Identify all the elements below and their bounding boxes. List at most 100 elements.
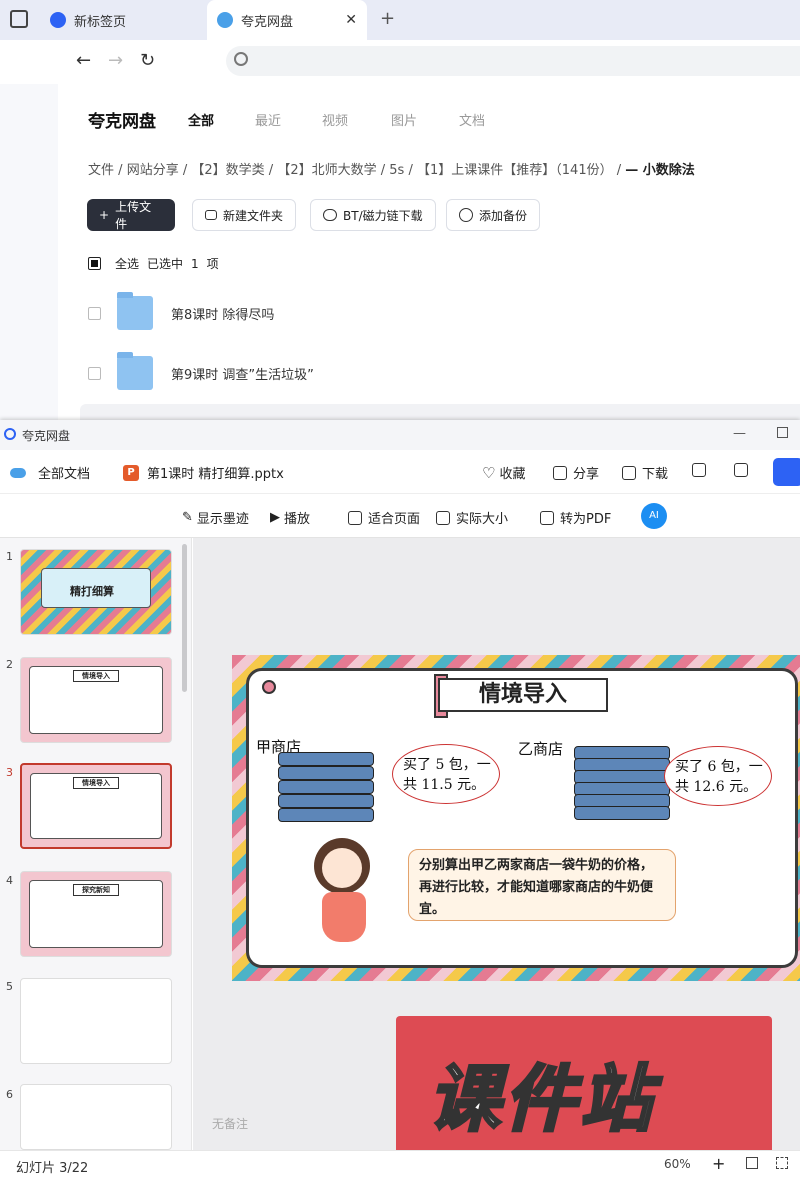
cloud-icon (217, 12, 233, 28)
minimize-icon[interactable]: — (733, 426, 746, 441)
new-tab-icon[interactable]: + (380, 8, 395, 29)
nav-tab-video[interactable]: 视频 (322, 110, 348, 129)
row-checkbox[interactable] (88, 366, 101, 380)
thumb-number: 5 (6, 980, 13, 993)
show-ink-button[interactable]: ✎ 显示墨迹 (182, 508, 249, 527)
pdf-icon (540, 510, 554, 525)
tab-quark-drive[interactable]: 夸克网盘 ✕ (207, 0, 367, 40)
thumb-number: 4 (6, 874, 13, 887)
thumbnail-scrollbar[interactable] (182, 544, 187, 692)
address-bar[interactable] (226, 46, 800, 76)
upload-button[interactable]: + 上传文件 (87, 199, 175, 231)
all-docs-button[interactable]: 全部文档 (10, 463, 90, 482)
breadcrumb-item[interactable]: 5s (389, 163, 404, 178)
slide-thumbnail[interactable] (20, 1084, 172, 1150)
thumb-title: 精打细算 (70, 585, 114, 598)
thumb-number: 6 (6, 1088, 13, 1101)
bt-icon (323, 209, 337, 221)
nav-tab-recent[interactable]: 最近 (255, 110, 281, 129)
search-icon (234, 52, 248, 66)
thumb-number: 3 (6, 766, 13, 779)
file-row[interactable]: 第8课时 除得尽吗 (88, 288, 274, 338)
zoom-level[interactable]: 60% (664, 1157, 691, 1171)
shop-b-label: 乙商店 (518, 740, 564, 758)
quark-logo-icon (50, 12, 66, 28)
open-external-icon[interactable] (692, 463, 712, 477)
bt-download-button[interactable]: BT/磁力链下载 (310, 199, 436, 231)
thumb-title: 情境导入 (73, 777, 119, 789)
thumb-number: 1 (6, 550, 13, 563)
drive-brand: 夸克网盘 (88, 112, 156, 132)
notes-placeholder: 无备注 (212, 1117, 249, 1131)
report-icon[interactable] (734, 463, 754, 477)
price-bubble-a: 买了 5 包，一共 11.5 元。 (392, 744, 500, 804)
girl-face (322, 848, 362, 888)
convert-pdf-button[interactable]: 转为PDF (540, 508, 611, 527)
breadcrumb-item[interactable]: 【2】北师大数学 (277, 163, 376, 178)
fit-icon (348, 510, 362, 525)
slide-counter: 幻灯片 3/22 (16, 1161, 89, 1176)
select-all-checkbox[interactable] (88, 257, 101, 270)
tab-label: 新标签页 (74, 14, 127, 30)
breadcrumb-item[interactable]: 【1】上课课件【推荐】（141份） (417, 163, 613, 178)
row-checkbox[interactable] (88, 306, 101, 320)
reload-icon[interactable]: ↻ (140, 50, 155, 71)
bottom-strip (0, 1180, 800, 1200)
left-pane (0, 84, 58, 424)
maximize-icon[interactable] (777, 427, 788, 438)
edit-pen-button[interactable] (773, 458, 800, 486)
girl-dress (322, 892, 366, 942)
speech-bubble: 分别算出甲乙两家商店一袋牛奶的价格，再进行比较，才能知道哪家商店的牛奶便宜。 (408, 849, 676, 921)
slide-thumbnail[interactable]: 探究新知 (20, 871, 172, 957)
add-backup-button[interactable]: 添加备份 (446, 199, 541, 231)
breadcrumb-item[interactable]: 【2】数学类 (191, 163, 264, 178)
download-icon (622, 465, 636, 480)
play-icon: ▶ (270, 510, 280, 525)
slide-title: 情境导入 (438, 678, 608, 712)
share-button[interactable]: 分享 (553, 463, 599, 482)
slide-thumbnail[interactable]: 情境导入 (20, 657, 172, 743)
fit-window-icon[interactable] (746, 1157, 758, 1169)
price-bubble-b: 买了 6 包，一共 12.6 元。 (664, 746, 772, 806)
new-folder-button[interactable]: 新建文件夹 (192, 199, 297, 231)
heart-icon: ♡ (482, 463, 496, 482)
actual-size-button[interactable]: 实际大小 (436, 508, 508, 527)
forward-icon[interactable]: → (108, 50, 123, 71)
slide-thumbnail[interactable]: 精打细算 (20, 549, 172, 635)
viewer-titlebar: 夸克网盘 (0, 420, 800, 450)
thumb-title: 情境导入 (73, 670, 119, 682)
breadcrumb-item[interactable]: 文件 (88, 163, 114, 178)
tab-new-tab[interactable]: 新标签页 (50, 0, 200, 40)
favorite-button[interactable]: ♡ 收藏 (482, 463, 525, 483)
breadcrumb-current: — 小数除法 (625, 163, 695, 178)
selection-row: 全选 已选中 1 项 (88, 255, 219, 272)
back-icon[interactable]: ← (76, 50, 91, 71)
download-button[interactable]: 下载 (622, 463, 668, 482)
milk-stack-b (574, 742, 670, 828)
tab-label: 夸克网盘 (241, 14, 294, 30)
fit-page-button[interactable]: 适合页面 (348, 508, 420, 527)
nav-tab-image[interactable]: 图片 (391, 110, 417, 129)
tab-search-icon[interactable] (10, 10, 28, 28)
breadcrumb-item[interactable]: 网站分享 (127, 163, 179, 178)
zoom-in-icon[interactable]: + (712, 1154, 725, 1173)
nav-tab-doc[interactable]: 文档 (459, 110, 485, 129)
slide-thumbnail-selected[interactable]: 情境导入 (20, 763, 172, 849)
nav-tab-all[interactable]: 全部 (188, 110, 214, 129)
folder-icon (117, 292, 153, 330)
thumb-number: 2 (6, 658, 13, 671)
ai-button[interactable]: AI (641, 503, 667, 529)
file-row[interactable]: 第9课时 调查”生活垃圾” (88, 348, 314, 398)
play-button[interactable]: ▶ 播放 (270, 508, 310, 527)
share-icon (553, 465, 567, 480)
sync-icon (459, 208, 473, 222)
feather-icon: ✎ (182, 510, 193, 525)
fullscreen-icon[interactable] (776, 1157, 788, 1169)
decor-dot (262, 680, 276, 694)
viewer-header (0, 450, 800, 494)
tab-close-icon[interactable]: ✕ (345, 12, 357, 28)
thumb-title: 探究新知 (73, 884, 119, 896)
breadcrumb: 文件 / 网站分享 / 【2】数学类 / 【2】北师大数学 / 5s / 【1】… (88, 163, 695, 178)
slide-thumbnail[interactable] (20, 978, 172, 1064)
quark-logo-icon (4, 428, 16, 440)
